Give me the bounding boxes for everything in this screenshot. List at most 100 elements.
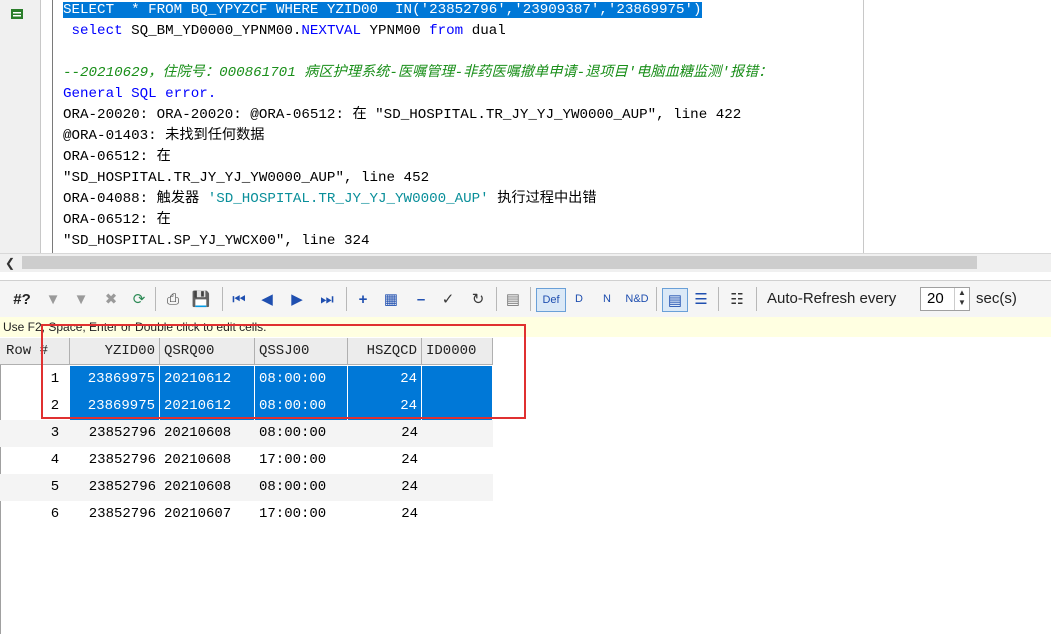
code-line[interactable]: ORA-06512: 在: [63, 147, 772, 168]
table-row[interactable]: 5 23852796 20210608 08:00:00 24: [0, 474, 493, 501]
cell-yzid00[interactable]: 23852796: [70, 474, 160, 501]
cell-hszqcd[interactable]: 24: [348, 447, 422, 474]
execute-indicator-icon: [11, 9, 23, 19]
cell-id0000[interactable]: [422, 474, 493, 501]
cell-hszqcd[interactable]: 24: [348, 420, 422, 447]
column-header-id0000[interactable]: ID0000: [422, 338, 493, 365]
column-header-qssj00[interactable]: QSSJ00: [255, 338, 348, 365]
code-line[interactable]: @ORA-01403: 未找到任何数据: [63, 126, 772, 147]
auto-refresh-spinner[interactable]: 20 ▲ ▼: [920, 287, 970, 311]
cell-yzid00[interactable]: 23852796: [70, 447, 160, 474]
n-view-icon[interactable]: N: [596, 288, 618, 310]
def-view-icon[interactable]: Def: [536, 288, 566, 312]
post-changes-icon[interactable]: ✓: [436, 288, 460, 310]
table-row[interactable]: 2 23869975 20210612 08:00:00 24: [0, 393, 493, 420]
cell-hszqcd[interactable]: 24: [348, 474, 422, 501]
cell-qsrq00[interactable]: 20210608: [160, 474, 255, 501]
cell-qssj00[interactable]: 17:00:00: [255, 447, 348, 474]
cell-id0000[interactable]: [422, 501, 493, 528]
table-row[interactable]: 6 23852796 20210607 17:00:00 24: [0, 501, 493, 528]
code-line[interactable]: ORA-20020: ORA-20020: @ORA-06512: 在 "SD_…: [63, 105, 772, 126]
d-view-icon[interactable]: D: [568, 288, 590, 310]
previous-record-icon[interactable]: ◀: [256, 288, 278, 310]
code-line[interactable]: "SD_HOSPITAL.SP_YJ_YWCX00", line 324: [63, 231, 772, 252]
column-header-qsrq00[interactable]: QSRQ00: [160, 338, 255, 365]
filter-icon[interactable]: ▼: [44, 288, 62, 310]
cell-qssj00[interactable]: 08:00:00: [255, 393, 348, 420]
scroll-left-icon[interactable]: ❮: [5, 254, 15, 272]
nd-view-icon[interactable]: N&D: [624, 288, 650, 310]
cell-yzid00[interactable]: 23852796: [70, 501, 160, 528]
cancel-icon[interactable]: ✖: [100, 288, 122, 310]
cell-qssj00[interactable]: 08:00:00: [255, 366, 348, 393]
next-record-icon[interactable]: ▶: [286, 288, 308, 310]
data-grid-icon[interactable]: ☷: [725, 288, 749, 310]
cell-yzid00[interactable]: 23869975: [70, 393, 160, 420]
grid-view-icon[interactable]: ▤: [662, 288, 688, 312]
code-line[interactable]: "SD_HOSPITAL.TR_JY_YJ_YW0000_AUP", line …: [63, 168, 772, 189]
cell-qssj00[interactable]: 17:00:00: [255, 501, 348, 528]
cell-hszqcd[interactable]: 24: [348, 501, 422, 528]
code-token: General SQL error.: [63, 86, 217, 102]
cell-qsrq00[interactable]: 20210612: [160, 366, 255, 393]
code-line[interactable]: SELECT * FROM BQ_YPYZCF WHERE YZID00 IN(…: [63, 0, 772, 21]
results-grid[interactable]: Row # YZID00 QSRQ00 QSSJ00 HSZQCD ID0000 1 238…: [0, 338, 1051, 634]
editor-horizontal-scrollbar[interactable]: ❮: [0, 253, 1051, 272]
table-row[interactable]: 3 23852796 20210608 08:00:00 24: [0, 420, 493, 447]
cell-qsrq00[interactable]: 20210607: [160, 501, 255, 528]
cell-id0000[interactable]: [422, 393, 493, 420]
cell-id0000[interactable]: [422, 447, 493, 474]
cell-id0000[interactable]: [422, 420, 493, 447]
code-token: @ORA-01403: 未找到任何数据: [63, 128, 265, 144]
cell-qssj00[interactable]: 08:00:00: [255, 474, 348, 501]
last-record-icon[interactable]: ⏭: [316, 288, 338, 310]
code-line[interactable]: select SQ_BM_YD0000_YPNM00.NEXTVAL YPNM0…: [63, 21, 772, 42]
insert-grid-icon[interactable]: ▦: [380, 288, 402, 310]
spinner-arrows[interactable]: ▲ ▼: [954, 288, 969, 310]
cancel-changes-icon[interactable]: ↻: [466, 288, 490, 310]
code-line[interactable]: [63, 42, 772, 63]
row-number[interactable]: 2: [40, 393, 70, 420]
insert-record-icon[interactable]: +: [352, 288, 374, 310]
code-line[interactable]: General SQL error.: [63, 84, 772, 105]
code-line[interactable]: ORA-04088: 触发器 'SD_HOSPITAL.TR_JY_YJ_YW0…: [63, 189, 772, 210]
cell-yzid00[interactable]: 23869975: [70, 366, 160, 393]
row-number[interactable]: 4: [40, 447, 70, 474]
table-row[interactable]: 1 23869975 20210612 08:00:00 24: [0, 366, 493, 393]
cell-yzid00[interactable]: 23852796: [70, 420, 160, 447]
row-number[interactable]: 6: [40, 501, 70, 528]
clear-filter-icon[interactable]: ▼: [70, 288, 92, 310]
code-line[interactable]: ORA-06512: 在: [63, 210, 772, 231]
cell-id0000[interactable]: [422, 366, 493, 393]
code-line[interactable]: --20210629，住院号：000861701 病区护理系统-医嘱管理-非药医…: [63, 63, 772, 84]
code-token: 'SD_HOSPITAL.TR_JY_YJ_YW0000_AUP': [207, 191, 489, 207]
scrollbar-thumb[interactable]: [22, 256, 977, 269]
cell-qssj00[interactable]: 08:00:00: [255, 420, 348, 447]
table-row[interactable]: 4 23852796 20210608 17:00:00 24: [0, 447, 493, 474]
auto-refresh-value[interactable]: 20: [927, 288, 944, 310]
sql-editor[interactable]: SELECT * FROM BQ_YPYZCF WHERE YZID00 IN(…: [53, 0, 864, 253]
cell-qsrq00[interactable]: 20210608: [160, 447, 255, 474]
row-number[interactable]: 3: [40, 420, 70, 447]
tree-view-icon[interactable]: ☰: [690, 288, 712, 310]
code-token: 执行过程中出错: [488, 191, 597, 207]
toolbar-separator: [756, 287, 757, 311]
column-header-hszqcd[interactable]: HSZQCD: [348, 338, 422, 365]
column-header-row-number[interactable]: Row #: [0, 338, 70, 365]
row-number[interactable]: 1: [40, 366, 70, 393]
delete-record-icon[interactable]: –: [410, 288, 432, 310]
cell-hszqcd[interactable]: 24: [348, 366, 422, 393]
cell-qsrq00[interactable]: 20210612: [160, 393, 255, 420]
sql-code[interactable]: SELECT * FROM BQ_YPYZCF WHERE YZID00 IN(…: [63, 0, 772, 252]
column-header-yzid00[interactable]: YZID00: [70, 338, 160, 365]
cell-qsrq00[interactable]: 20210608: [160, 420, 255, 447]
single-record-view-icon[interactable]: ▤: [502, 288, 524, 310]
query-by-example-button[interactable]: #?: [8, 288, 36, 310]
save-icon[interactable]: 💾: [190, 288, 212, 310]
edit-hint-bar: Use F2, Space, Enter or Double click to …: [0, 317, 1051, 337]
refresh-icon[interactable]: ⟳: [128, 288, 150, 310]
print-icon[interactable]: ⎙: [162, 288, 184, 310]
first-record-icon[interactable]: ⏮: [228, 288, 250, 310]
row-number[interactable]: 5: [40, 474, 70, 501]
cell-hszqcd[interactable]: 24: [348, 393, 422, 420]
